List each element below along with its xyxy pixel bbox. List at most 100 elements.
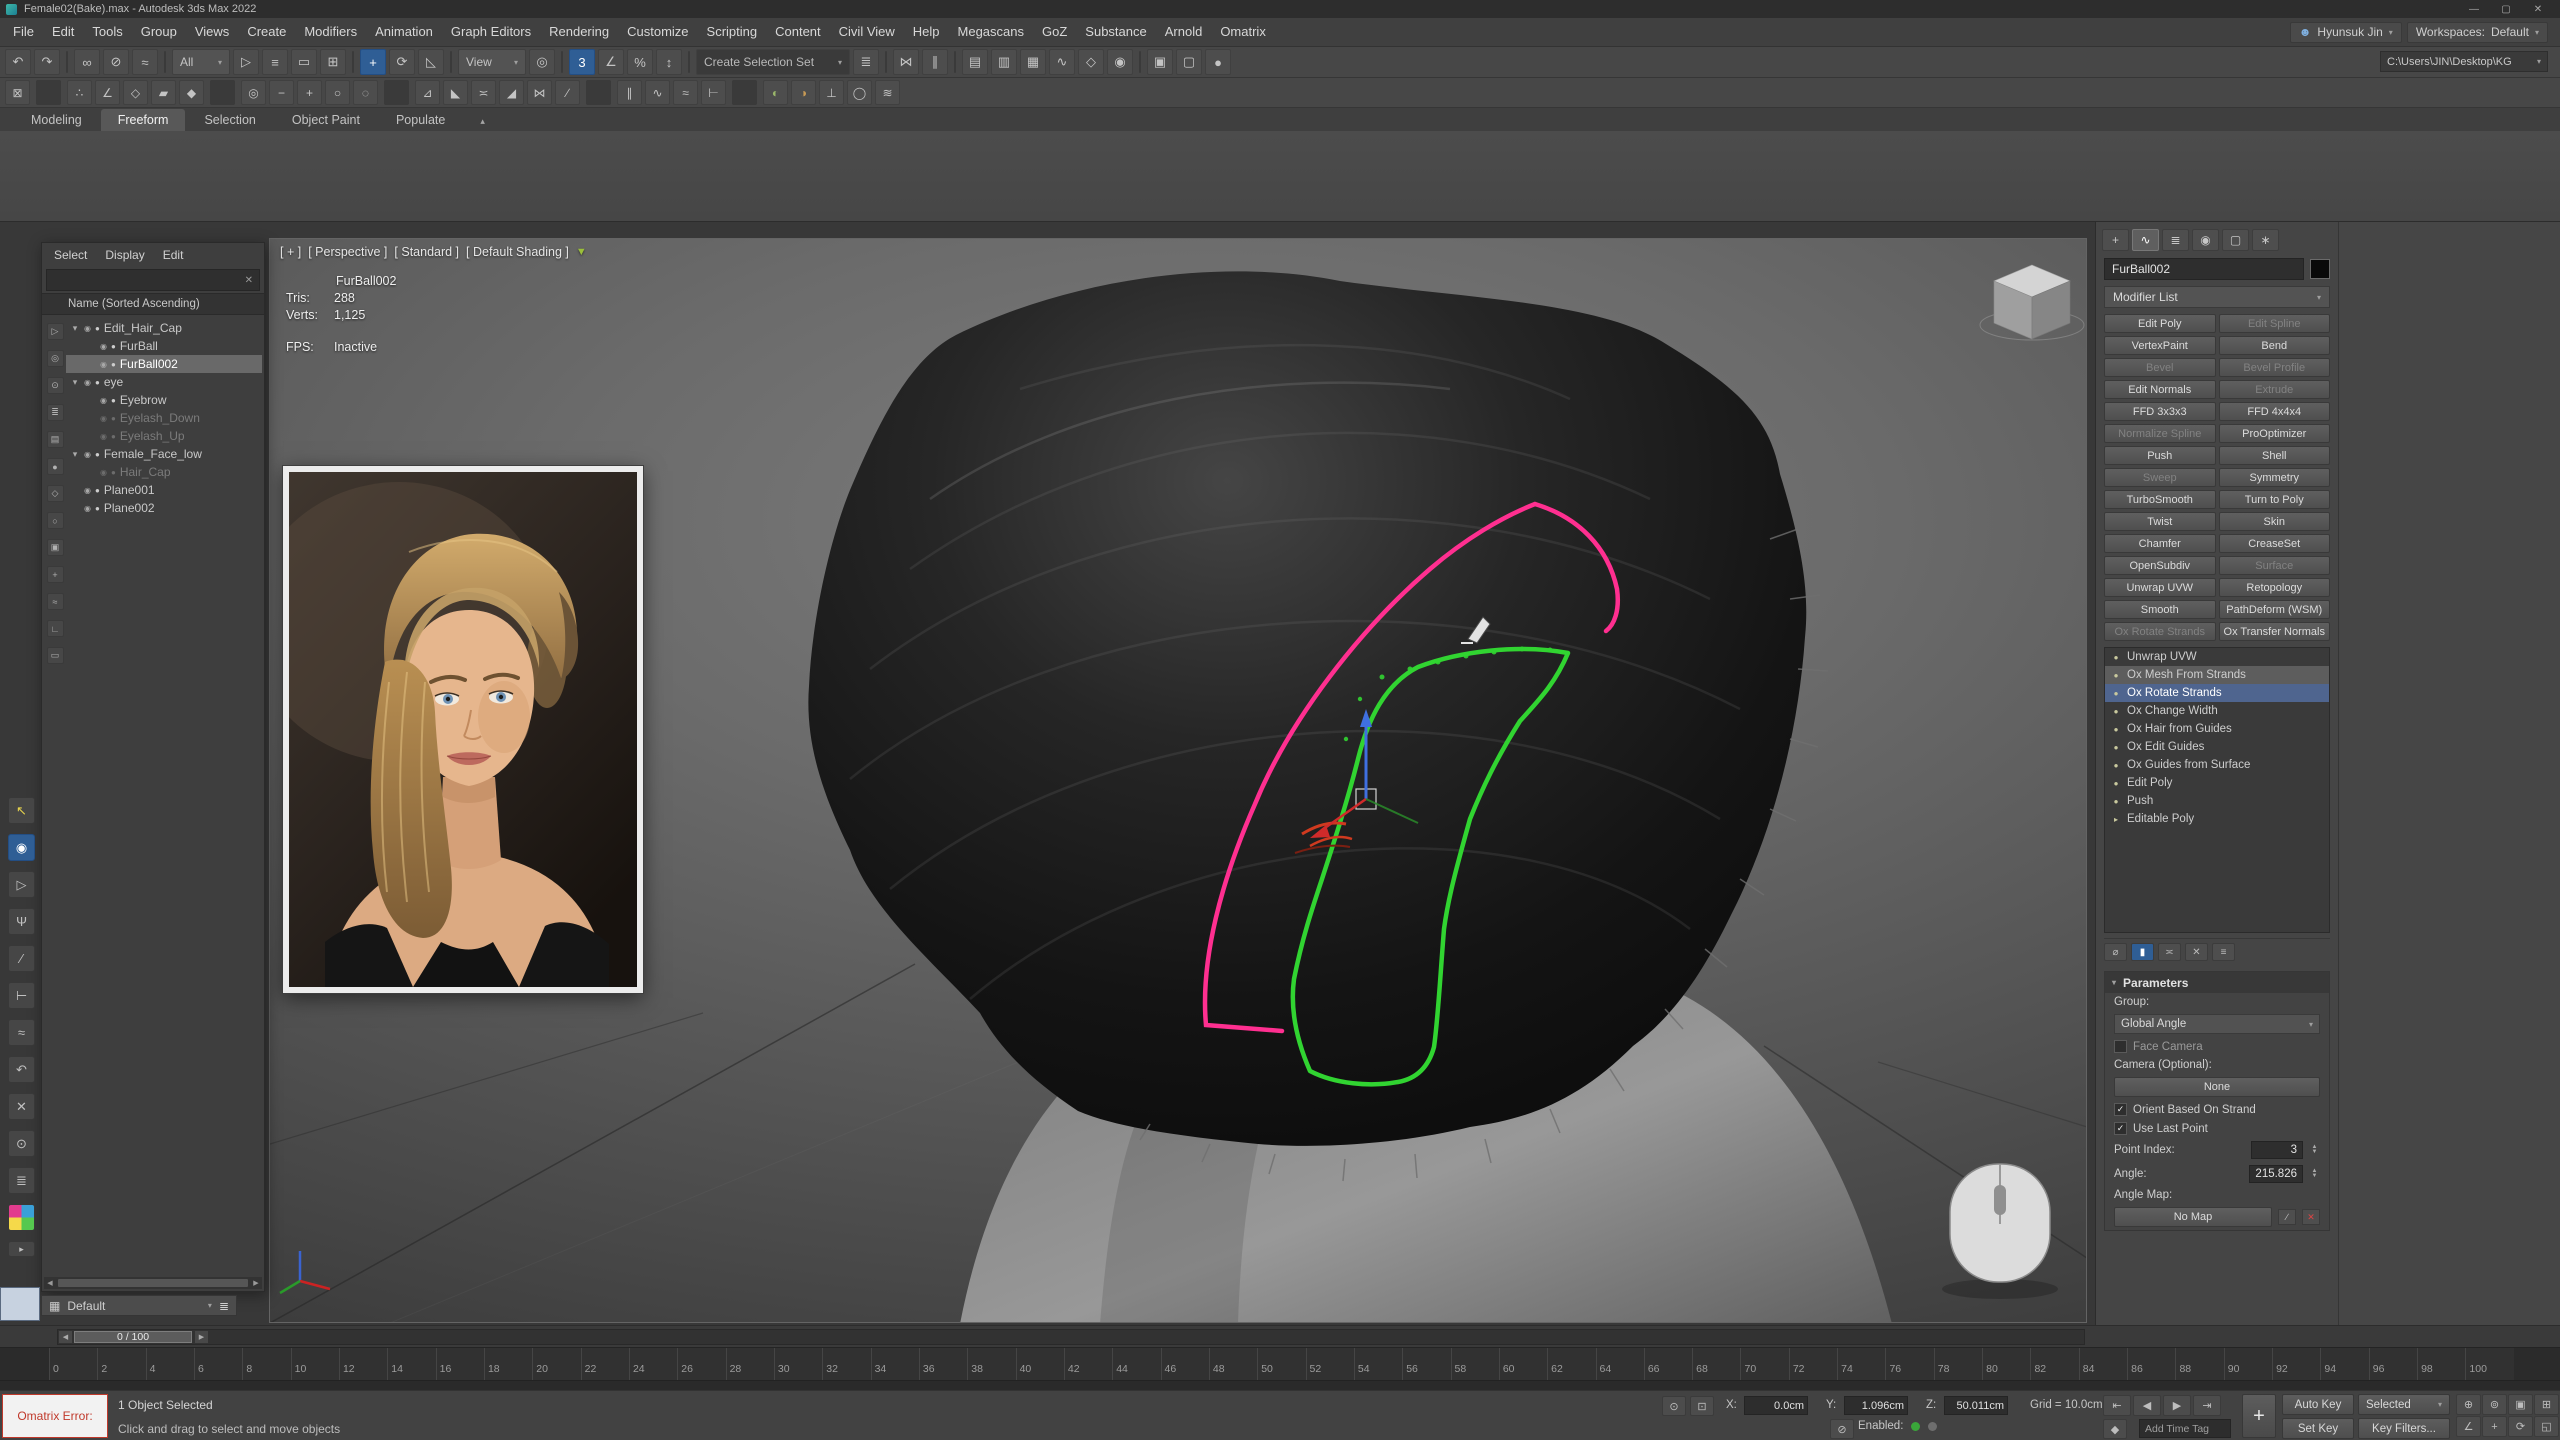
ring-selection-icon[interactable]: ◌ — [353, 80, 378, 105]
explorer-horizontal-scrollbar[interactable]: ◀ ▶ — [44, 1277, 262, 1289]
modifier-button[interactable]: FFD 4x4x4 — [2219, 402, 2331, 421]
zoom-icon[interactable]: ⊕ — [2456, 1394, 2481, 1415]
zoom-extents-all-icon[interactable]: ⊞ — [2534, 1394, 2559, 1415]
parameters-rollout-header[interactable]: ▾ Parameters — [2105, 972, 2329, 993]
modifier-button[interactable]: OpenSubdiv — [2104, 556, 2216, 575]
schematic-view-icon[interactable]: ◇ — [1078, 49, 1104, 75]
pencil-tool-icon[interactable]: ∕ — [8, 945, 35, 972]
modifier-button[interactable]: Bend — [2219, 336, 2331, 355]
menu-item[interactable]: GoZ — [1033, 18, 1076, 46]
bevel-tool-icon[interactable]: ◣ — [443, 80, 468, 105]
zoom-all-icon[interactable]: ⊚ — [2482, 1394, 2507, 1415]
viewport-menu[interactable]: [ Default Shading ] — [466, 245, 569, 259]
scene-tree-row[interactable]: ◉ ● Plane001 — [66, 481, 262, 499]
render-setup-icon[interactable]: ▣ — [1147, 49, 1173, 75]
isoline-display-icon[interactable]: ≋ — [875, 80, 900, 105]
menu-item[interactable]: Create — [238, 18, 295, 46]
explorer-pick-icon[interactable]: ▷ — [47, 323, 64, 340]
modifier-button[interactable]: Normalize Spline — [2104, 424, 2216, 443]
modifier-button[interactable]: Twist — [2104, 512, 2216, 531]
auto-key-button[interactable]: Auto Key — [2282, 1394, 2354, 1415]
visibility-dot-icon[interactable]: ◉ — [100, 432, 107, 441]
clear-search-icon[interactable]: ✕ — [245, 275, 253, 286]
z-coordinate-field[interactable]: 50.011cm — [1944, 1396, 2008, 1415]
menu-item[interactable]: Megascans — [949, 18, 1033, 46]
unlink-selection-icon[interactable]: ⊘ — [103, 49, 129, 75]
expand-toolbar-icon[interactable]: ▸ — [8, 1241, 35, 1257]
remove-modifier-icon[interactable]: ✕ — [2185, 943, 2208, 961]
scene-tree-row[interactable]: ▾ ◉ ● eye — [66, 373, 262, 391]
visibility-dot-icon[interactable]: ◉ — [100, 360, 107, 369]
vertex-mode-icon[interactable]: ∴ — [67, 80, 92, 105]
modifier-button[interactable]: CreaseSet — [2219, 534, 2331, 553]
x-coordinate-field[interactable]: 0.0cm — [1744, 1396, 1808, 1415]
frame-back-button[interactable]: ◀ — [59, 1331, 72, 1343]
modifier-list-dropdown[interactable]: Modifier List ▾ — [2104, 286, 2330, 308]
hierarchy-tab-icon[interactable]: ≣ — [2162, 229, 2189, 251]
workspaces-dropdown[interactable]: Workspaces: Default ▾ — [2407, 22, 2548, 43]
minimize-button[interactable]: — — [2458, 4, 2490, 15]
visibility-dot-icon[interactable]: ◉ — [84, 378, 91, 387]
visibility-icon[interactable]: ◉ — [8, 834, 35, 861]
visibility-dot-icon[interactable]: ◉ — [100, 342, 107, 351]
material-editor-icon[interactable]: ◉ — [1107, 49, 1133, 75]
shrink-selection-icon[interactable]: − — [269, 80, 294, 105]
redo-icon[interactable]: ↷ — [34, 49, 60, 75]
visibility-dot-icon[interactable]: ◉ — [100, 396, 107, 405]
menu-item[interactable]: Edit — [43, 18, 83, 46]
angle-field[interactable]: 215.826 — [2249, 1165, 2303, 1183]
pan-view-icon[interactable]: + — [2482, 1416, 2507, 1437]
expand-arrow-icon[interactable]: ▾ — [70, 323, 80, 334]
scene-tree-row[interactable]: ▾ ◉ ● Female_Face_low — [66, 445, 262, 463]
explorer-hierarchy-icon[interactable]: ≣ — [47, 404, 64, 421]
layers-icon[interactable]: ≣ — [219, 1299, 229, 1313]
viewport-menu[interactable]: [ + ] — [280, 245, 301, 259]
grow-selection-icon[interactable]: + — [297, 80, 322, 105]
frame-forward-button[interactable]: ▶ — [195, 1331, 208, 1343]
modifier-button[interactable]: ProOptimizer — [2219, 424, 2331, 443]
align-icon[interactable]: ∥ — [922, 49, 948, 75]
group-dropdown[interactable]: Global Angle ▾ — [2114, 1014, 2320, 1034]
modifier-toggle-icon[interactable]: ● — [2111, 653, 2121, 662]
menu-item[interactable]: Rendering — [540, 18, 618, 46]
visibility-dot-icon[interactable]: ◉ — [100, 414, 107, 423]
rectangular-selection-region-icon[interactable]: ▭ — [291, 49, 317, 75]
maximize-button[interactable]: ▢ — [2490, 4, 2522, 15]
face-camera-checkbox[interactable] — [2114, 1040, 2127, 1053]
ribbon-tab[interactable]: Selection — [187, 109, 272, 131]
modifier-stack-row[interactable]: ● Push — [2105, 792, 2329, 810]
configure-modifier-sets-icon[interactable]: ≡ — [2212, 943, 2235, 961]
menu-item[interactable]: Customize — [618, 18, 697, 46]
explorer-search-field[interactable]: ✕ — [46, 269, 260, 291]
visibility-dot-icon[interactable]: ◉ — [84, 450, 91, 459]
color-palette-icon[interactable] — [8, 1204, 35, 1231]
menu-item[interactable]: Civil View — [830, 18, 904, 46]
camera-none-button[interactable]: None — [2114, 1077, 2320, 1097]
measure-tool-icon[interactable]: ⊢ — [8, 982, 35, 1009]
menu-item[interactable]: Substance — [1076, 18, 1155, 46]
explorer-layers-icon[interactable]: ▤ — [47, 431, 64, 448]
orbit-viewport-icon[interactable]: ⟳ — [2508, 1416, 2533, 1437]
use-pivot-point-icon[interactable]: ◎ — [529, 49, 555, 75]
angle-map-button[interactable]: No Map — [2114, 1207, 2272, 1227]
viewport-menu[interactable]: [ Standard ] — [394, 245, 459, 259]
modifier-button[interactable]: Surface — [2219, 556, 2331, 575]
menu-item[interactable]: Views — [186, 18, 238, 46]
paint-connect-icon[interactable]: ∿ — [645, 80, 670, 105]
weld-tool-icon[interactable]: ⋈ — [527, 80, 552, 105]
set-key-button[interactable]: Set Key — [2282, 1418, 2354, 1439]
menu-item[interactable]: File — [4, 18, 43, 46]
border-mode-icon[interactable]: ◇ — [123, 80, 148, 105]
modifier-toggle-icon[interactable]: ▸ — [2111, 815, 2121, 824]
show-end-result-icon[interactable]: ▮ — [2131, 943, 2154, 961]
conform-brush-icon[interactable]: ⊥ — [819, 80, 844, 105]
modifier-button[interactable]: VertexPaint — [2104, 336, 2216, 355]
modifier-button[interactable]: Edit Spline — [2219, 314, 2331, 333]
ribbon-tab[interactable]: Object Paint — [275, 109, 377, 131]
viewport-filter-icon[interactable]: ▼ — [576, 246, 587, 258]
undo-brush-icon[interactable]: ↶ — [8, 1056, 35, 1083]
expand-arrow-icon[interactable]: ▾ — [70, 377, 80, 388]
play-button[interactable]: ▶ — [2163, 1395, 2191, 1416]
explorer-bones-filter-icon[interactable]: ∟ — [47, 620, 64, 637]
timeline-ruler[interactable]: 0246810121416182022242628303234363840424… — [0, 1347, 2560, 1380]
